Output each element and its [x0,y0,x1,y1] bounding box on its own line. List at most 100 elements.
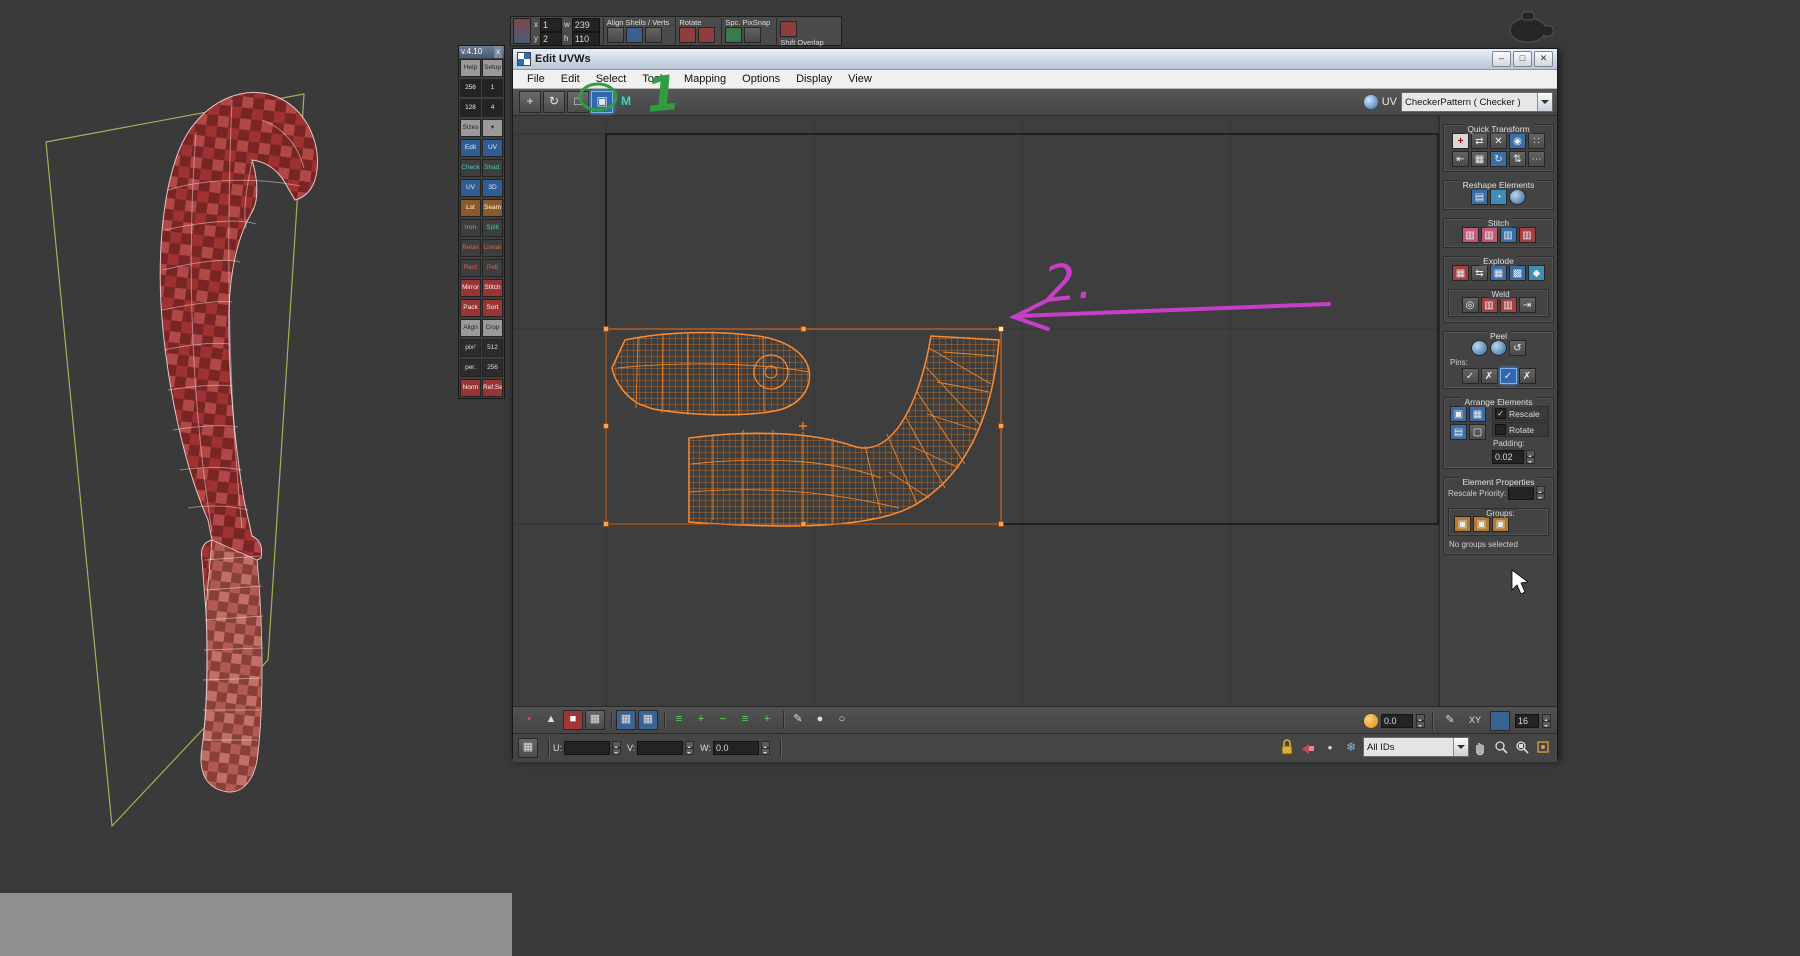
gizmo-center-handle[interactable] [799,422,807,430]
edge-loop-button[interactable]: ≡ [669,710,689,730]
crop-button[interactable]: Crop [482,319,503,337]
pelt-button[interactable]: Pelt [482,259,503,277]
rotate-tool-button[interactable]: ↻ [543,91,565,113]
sizes-dropdown-arrow[interactable]: ▾ [482,119,503,137]
x-field[interactable]: 1 [540,17,562,32]
close-button[interactable]: ✕ [1534,51,1553,67]
per-button[interactable]: per. [460,359,481,377]
freeform-tool-button[interactable]: ▣ [591,91,613,113]
u-field[interactable] [564,741,610,755]
sizes-dropdown[interactable]: Sizes [460,119,481,137]
norm-button[interactable]: Norm [460,379,481,397]
w-spinner[interactable] [761,741,771,755]
vertex-mode-button[interactable]: • [519,710,539,730]
shrink-selection-button[interactable]: − [713,710,733,730]
handle-bottom-left[interactable] [603,521,609,527]
maximize-button[interactable]: □ [1513,51,1532,67]
toolbar-grip-icon[interactable] [513,18,531,44]
handle-bottom-right[interactable] [998,521,1004,527]
soft-selection-spinner[interactable] [1416,714,1425,728]
rect-button[interactable]: Rect [460,259,481,277]
paint-shrink-button[interactable]: ○ [832,710,852,730]
iron-button[interactable]: Iron [460,219,481,237]
handle-bottom-mid[interactable] [800,521,807,527]
blade-shell[interactable] [611,331,811,416]
element-mode-button[interactable]: ▦ [585,710,605,730]
ps-uv-button[interactable]: UV [460,179,481,197]
spinner-1-field[interactable]: 1 [482,79,503,97]
shift-overlap-button[interactable] [780,21,798,37]
handle-mid-right[interactable] [998,423,1004,429]
menu-file[interactable]: File [519,70,553,88]
move-tool-button[interactable]: + [519,91,541,113]
y-field[interactable]: 2 [540,31,562,46]
align-left-icon[interactable]: ⇤ [1452,151,1469,167]
script-panel-titlebar[interactable]: v.4.10 x [459,46,504,58]
xy-space-button[interactable]: XY [1465,711,1485,731]
align-verts-v-button[interactable] [644,27,662,43]
highlight-seams-icon[interactable] [1300,737,1318,757]
script-panel-close-button[interactable]: x [494,46,502,58]
edge-ring-button[interactable]: ≡ [735,710,755,730]
edit-uv-button[interactable]: Edit [460,139,481,157]
grow-selection-button[interactable]: + [691,710,711,730]
align-grid-icon[interactable]: ▦ [1471,151,1488,167]
menu-mapping[interactable]: Mapping [676,70,734,88]
pix-512-field[interactable]: 512 [482,339,503,357]
unpin-selected-icon[interactable]: ✗ [1518,368,1536,384]
rotate-cw-button[interactable] [698,27,716,43]
texture-dropdown[interactable]: CheckerPattern ( Checker ) [1401,92,1553,112]
soft-selection-icon[interactable] [1364,714,1378,728]
pan-hand-icon[interactable] [1472,737,1490,757]
spinner-4-field[interactable]: 4 [482,99,503,117]
padding-spinner[interactable] [1526,450,1535,464]
rescale-priority-spinner[interactable] [1536,486,1546,500]
menu-tools[interactable]: Tools [634,70,676,88]
absolute-offset-toggle[interactable]: ▦ [518,738,538,758]
soft-selection-field[interactable]: 0.0 [1381,714,1413,728]
size-128-field[interactable]: 128 [460,99,481,117]
rotate-option[interactable]: Rotate [1492,422,1549,437]
falloff-brush-button[interactable]: ✎ [1440,711,1460,731]
edit-uv-button2[interactable]: UV [482,139,503,157]
rotate-checkbox[interactable] [1495,424,1506,435]
rotate-ccw-button[interactable] [679,27,697,43]
pin-tool-icon[interactable]: ✓ [1461,368,1479,384]
align-shells-button[interactable] [606,27,624,43]
select-by-object-button[interactable]: ▦ [616,710,636,730]
grid-size-field[interactable]: 16 [1515,714,1539,728]
list-button[interactable]: Lst [460,199,481,217]
dropdown-arrow-icon[interactable] [1453,738,1468,756]
align-v-icon[interactable]: ⇅ [1509,151,1526,167]
paint-grow-button[interactable]: ● [810,710,830,730]
menu-select[interactable]: Select [588,70,635,88]
face-mode-button[interactable]: ■ [563,710,583,730]
rotate-90-icon[interactable]: ↻ [1490,151,1507,167]
linear-button[interactable]: Linear [482,239,503,257]
select-by-material-button[interactable]: ▦ [638,710,658,730]
minimize-button[interactable]: – [1492,51,1511,67]
unpin-tool-icon[interactable]: ✗ [1480,368,1498,384]
zoom-region-icon[interactable] [1514,737,1532,757]
linear-align-icon[interactable]: ⋯ [1528,151,1545,167]
shade-button[interactable]: Shad. [482,159,503,177]
uv-shells[interactable] [611,330,1000,527]
v-spinner[interactable] [685,741,695,755]
handle-top-mid[interactable] [800,326,807,332]
check-button[interactable]: Check [460,159,481,177]
grid-size-spinner[interactable] [1542,714,1551,728]
falloff-type-button[interactable] [1490,711,1510,731]
zoom-extents-icon[interactable] [1535,737,1553,757]
h-field[interactable]: 110 [571,31,600,46]
uv-canvas[interactable] [513,116,1439,706]
help-button[interactable]: Help [460,59,481,77]
pix-button[interactable]: pix² [460,339,481,357]
zoom-icon[interactable] [1493,737,1511,757]
v-field[interactable] [637,741,684,755]
refset-button[interactable]: Ref.Set [482,379,503,397]
split-button[interactable]: Split [482,219,503,237]
loop-grow-button[interactable]: + [757,710,777,730]
pin-selected-icon[interactable]: ✓ [1499,368,1517,384]
align-button[interactable]: Align [460,319,481,337]
uv-3d-button[interactable]: 3D [482,179,503,197]
